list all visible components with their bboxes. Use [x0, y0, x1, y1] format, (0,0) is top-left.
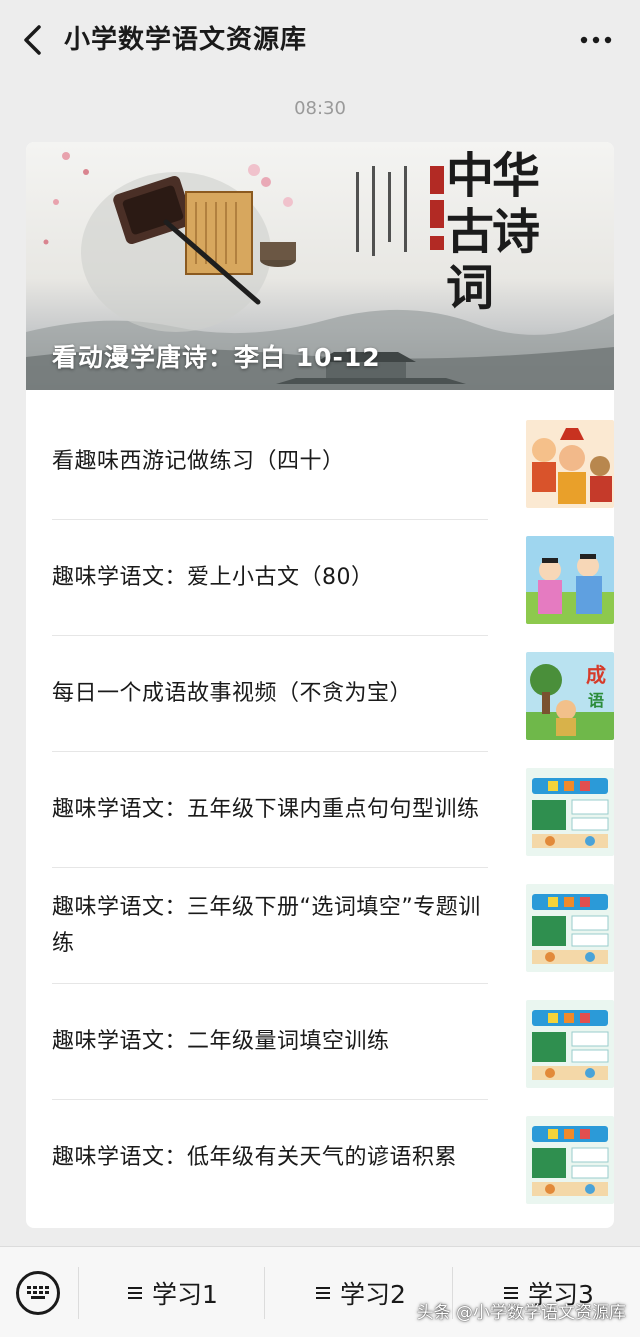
article-card: 中华古诗词 看动漫学唐诗：李白 10-12 看趣味西游记做练习（四十） 趣味学语…	[26, 142, 614, 1228]
banner-article[interactable]: 中华古诗词 看动漫学唐诗：李白 10-12	[26, 142, 614, 390]
article-title: 趣味学语文：低年级有关天气的谚语积累	[52, 1145, 458, 1170]
divider	[78, 1267, 79, 1319]
more-button[interactable]	[578, 22, 614, 58]
menu-item-study2[interactable]: 学习2	[316, 1273, 406, 1313]
article-thumbnail	[526, 1000, 614, 1088]
menu-item-study1[interactable]: 学习1	[128, 1273, 218, 1313]
list-item[interactable]: 趣味学语文：爱上小古文（80）	[52, 520, 614, 636]
article-title: 趣味学语文：二年级量词填空训练	[52, 1029, 390, 1054]
top-bar: 小学数学语文资源库	[0, 0, 640, 80]
back-chevron-icon	[24, 25, 41, 55]
page-title: 小学数学语文资源库	[64, 25, 308, 55]
fun-chinese-board-icon	[526, 1000, 614, 1088]
list-item[interactable]: 趣味学语文：低年级有关天气的谚语积累	[52, 1100, 614, 1216]
article-thumbnail: 成 语	[526, 652, 614, 740]
idiom-story-icon: 成 语	[526, 652, 614, 740]
article-title: 趣味学语文：三年级下册“选词填空”专题训练	[52, 895, 481, 956]
fun-chinese-board-icon	[526, 1116, 614, 1204]
article-thumbnail	[526, 420, 614, 508]
article-title: 每日一个成语故事视频（不贪为宝）	[52, 681, 413, 706]
article-thumbnail	[526, 1116, 614, 1204]
article-title: 趣味学语文：爱上小古文（80）	[52, 565, 374, 590]
ancient-scholars-icon	[526, 536, 614, 624]
fun-chinese-board-icon	[526, 884, 614, 972]
svg-text:语: 语	[588, 691, 604, 710]
menu-item-label: 学习2	[340, 1280, 406, 1309]
message-timestamp: 08:30	[294, 98, 346, 119]
menu-item-label: 学习1	[152, 1280, 218, 1309]
list-item[interactable]: 看趣味西游记做练习（四十）	[52, 404, 614, 520]
banner-caption: 看动漫学唐诗：李白 10-12	[52, 343, 381, 372]
article-thumbnail	[526, 884, 614, 972]
watermark: 头条 @小学数学语文资源库	[416, 1303, 626, 1323]
list-item[interactable]: 趣味学语文：二年级量词填空训练	[52, 984, 614, 1100]
article-thumbnail	[526, 536, 614, 624]
menu-lines-icon	[316, 1287, 330, 1299]
fun-chinese-board-icon	[526, 768, 614, 856]
list-item[interactable]: 趣味学语文：五年级下课内重点句句型训练	[52, 752, 614, 868]
divider	[264, 1267, 265, 1319]
article-thumbnail	[526, 768, 614, 856]
more-dots-icon	[580, 36, 612, 44]
journey-west-characters-icon	[526, 420, 614, 508]
list-item[interactable]: 趣味学语文：三年级下册“选词填空”专题训练	[52, 868, 614, 984]
back-button[interactable]	[14, 22, 50, 58]
keyboard-icon	[27, 1286, 49, 1299]
article-title: 看趣味西游记做练习（四十）	[52, 449, 345, 474]
keyboard-toggle-button[interactable]	[16, 1271, 60, 1315]
svg-text:成: 成	[586, 663, 606, 687]
article-title: 趣味学语文：五年级下课内重点句句型训练	[52, 797, 480, 822]
bottom-menu-bar: 学习1 学习2 学习3	[0, 1246, 640, 1337]
banner-art-title: 中华古诗词	[446, 148, 540, 316]
list-item[interactable]: 每日一个成语故事视频（不贪为宝） 成 语	[52, 636, 614, 752]
menu-lines-icon	[128, 1287, 142, 1299]
